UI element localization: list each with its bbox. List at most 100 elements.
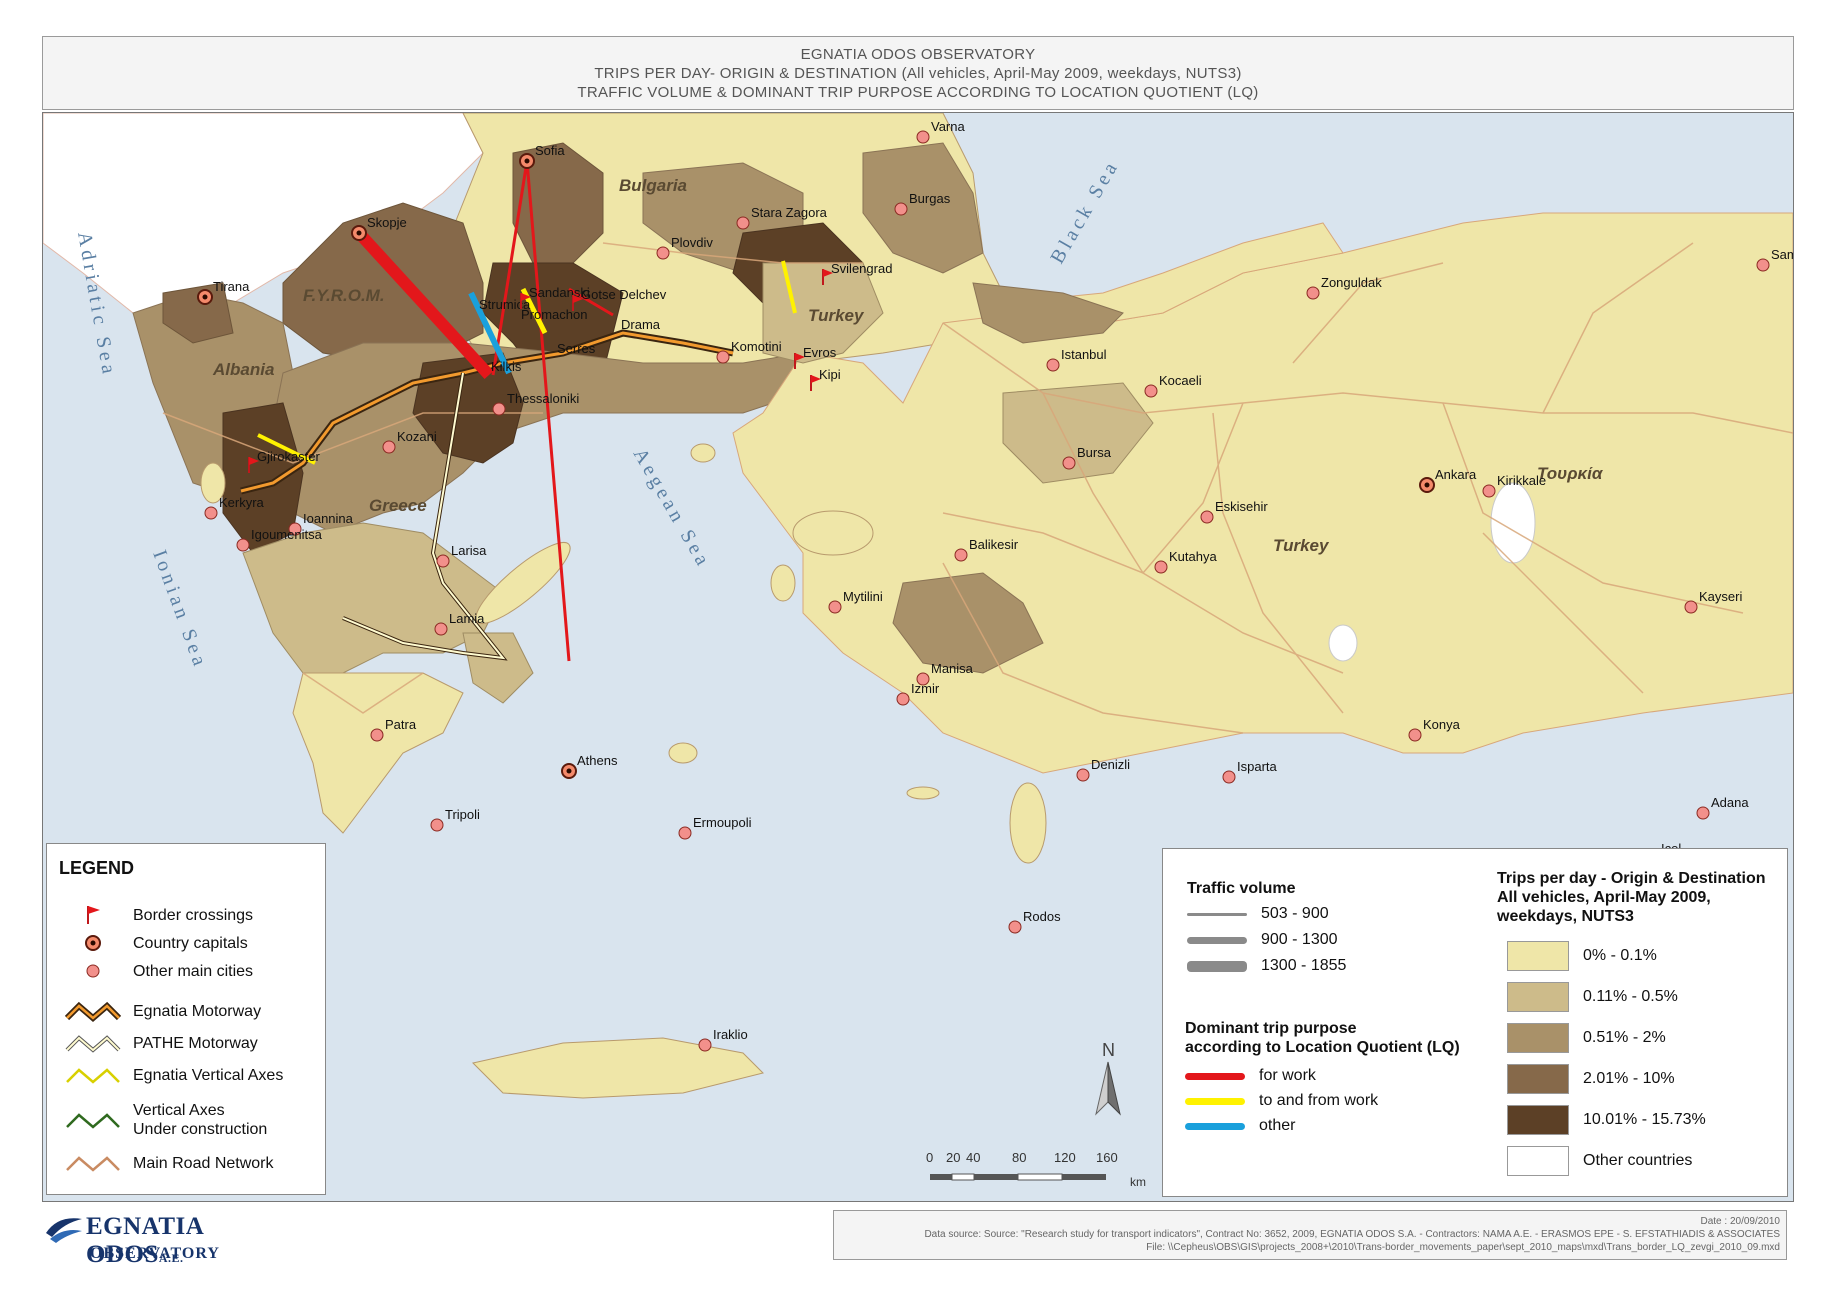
city-label: Denizli — [1091, 757, 1130, 772]
purpose-other-label: other — [1259, 1117, 1296, 1134]
trips-class-3: 0.51% - 2% — [1507, 1023, 1666, 1053]
city-label: Svilengrad — [831, 261, 892, 276]
label-bulgaria: Bulgaria — [619, 176, 687, 195]
trips-class-4: 2.01% - 10% — [1507, 1064, 1675, 1094]
main-city-icon — [736, 216, 750, 230]
trips-class-1-label: 0% - 0.1% — [1583, 947, 1657, 964]
city-label: Serres — [557, 341, 596, 356]
purpose-for-work-label: for work — [1259, 1067, 1316, 1084]
island-kos — [906, 786, 940, 800]
city-label: Tirana — [213, 279, 250, 294]
city-label: Kirikkale — [1497, 473, 1546, 488]
egnatia-motorway-icon — [63, 998, 123, 1024]
main-city-icon — [828, 600, 842, 614]
trips-class-1-swatch — [1507, 941, 1569, 971]
main-city-icon — [894, 202, 908, 216]
main-city-icon — [656, 246, 670, 260]
trips-title-line3: weekdays, NUTS3 — [1497, 908, 1634, 925]
main-city-icon — [434, 622, 448, 636]
city-label: Tripoli — [445, 807, 480, 822]
city-label: Igoumenitsa — [251, 527, 323, 542]
trips-legend-title: Trips per day - Origin & Destination All… — [1497, 869, 1765, 926]
city-label: Kutahya — [1169, 549, 1217, 564]
traffic-class-1-line — [1187, 912, 1247, 916]
city-serres[interactable]: Serres — [557, 341, 596, 356]
city-label: Patra — [385, 717, 417, 732]
city-drama[interactable]: Drama — [621, 317, 661, 332]
lake-tuz — [1490, 482, 1536, 564]
purpose-title-line1: Dominant trip purpose — [1185, 1020, 1357, 1037]
city-tripoli[interactable]: Tripoli — [430, 807, 480, 832]
legend-title: LEGEND — [59, 858, 135, 878]
region-greece-north — [262, 342, 804, 534]
main-city-icon — [1684, 600, 1698, 614]
scale-tick-40: 40 — [966, 1150, 980, 1165]
scale-tick-0: 0 — [926, 1150, 933, 1165]
main-city-icon — [370, 728, 384, 742]
legend-row-egnatia: Egnatia Motorway — [63, 998, 261, 1024]
city-label: Zonguldak — [1321, 275, 1382, 290]
city-label: Rodos — [1023, 909, 1061, 924]
legend-label-construction-line2: Under construction — [133, 1121, 268, 1138]
trips-class-other-label: Other countries — [1583, 1152, 1693, 1169]
city-label: Plovdiv — [671, 235, 713, 250]
traffic-class-3-label: 1300 - 1855 — [1261, 957, 1347, 974]
city-isparta[interactable]: Isparta — [1222, 759, 1278, 784]
label-ionian-sea: Ionian Sea — [148, 547, 211, 672]
north-arrow: N — [1090, 1040, 1126, 1120]
label-black-sea: Black Sea — [1046, 156, 1123, 268]
main-city-icon — [430, 818, 444, 832]
main-city-icon — [1144, 384, 1158, 398]
city-label: Kozani — [397, 429, 437, 444]
city-ermoupoli[interactable]: Ermoupoli — [678, 815, 752, 840]
scale-tick-120: 120 — [1054, 1150, 1076, 1165]
city-label: Samsun — [1771, 247, 1793, 262]
traffic-class-3-line — [1187, 960, 1247, 972]
main-city-icon — [63, 958, 123, 984]
country-capital-dot — [1424, 482, 1430, 488]
map-title-box: EGNATIA ODOS OBSERVATORY TRIPS PER DAY- … — [42, 36, 1794, 110]
region-crete — [472, 1037, 764, 1099]
trips-class-5-label: 10.01% - 15.73% — [1583, 1111, 1706, 1128]
city-label: Ermoupoli — [693, 815, 752, 830]
city-iraklio[interactable]: Iraklio — [698, 1027, 748, 1052]
north-label: N — [1102, 1040, 1115, 1060]
trips-class-5: 10.01% - 15.73% — [1507, 1105, 1706, 1135]
main-city-icon — [1076, 768, 1090, 782]
city-label: Drama — [621, 317, 661, 332]
city-label: Iraklio — [713, 1027, 748, 1042]
main-city-icon — [204, 506, 218, 520]
city-label: Ankara — [1435, 467, 1477, 482]
egnatia-logo-icon — [46, 1218, 82, 1243]
city-kilkis[interactable]: Kilkis — [491, 359, 522, 374]
city-label: Larisa — [451, 543, 487, 558]
title-line-3: TRAFFIC VOLUME & DOMINANT TRIP PURPOSE A… — [577, 83, 1259, 101]
city-athens[interactable]: Athens — [561, 753, 618, 779]
city-label: Kerkyra — [219, 495, 265, 510]
city-label: Lamia — [449, 611, 485, 626]
scale-tick-160: 160 — [1096, 1150, 1118, 1165]
footer-source: Data source: Source: "Research study for… — [924, 1229, 1780, 1240]
pathe-motorway-icon — [63, 1030, 123, 1056]
city-adana[interactable]: Adana — [1696, 795, 1749, 820]
city-rodos[interactable]: Rodos — [1008, 909, 1061, 934]
traffic-class-1: 503 - 900 — [1187, 905, 1329, 923]
city-label: Kayseri — [1699, 589, 1742, 604]
city-label: Kilkis — [491, 359, 522, 374]
metadata-footer: Date : 20/09/2010 Data source: Source: "… — [833, 1210, 1787, 1260]
trips-class-other: Other countries — [1507, 1146, 1692, 1176]
city-label: Gjirokaster — [257, 449, 321, 464]
main-city-icon — [492, 402, 506, 416]
legend-label-egnatia: Egnatia Motorway — [133, 1002, 262, 1020]
main-city-icon — [1154, 560, 1168, 574]
island-lesvos — [792, 510, 874, 556]
traffic-class-2: 900 - 1300 — [1187, 931, 1338, 949]
city-promachon[interactable]: Promachon — [521, 307, 587, 322]
trips-class-2-label: 0.11% - 0.5% — [1583, 988, 1678, 1005]
legend-row-cities: Other main cities — [63, 958, 253, 984]
city-label: Istanbul — [1061, 347, 1107, 362]
island-chios — [770, 564, 796, 602]
scale-tick-80: 80 — [1012, 1150, 1026, 1165]
lake-beysehir — [1328, 624, 1358, 662]
trips-class-4-label: 2.01% - 10% — [1583, 1070, 1675, 1087]
